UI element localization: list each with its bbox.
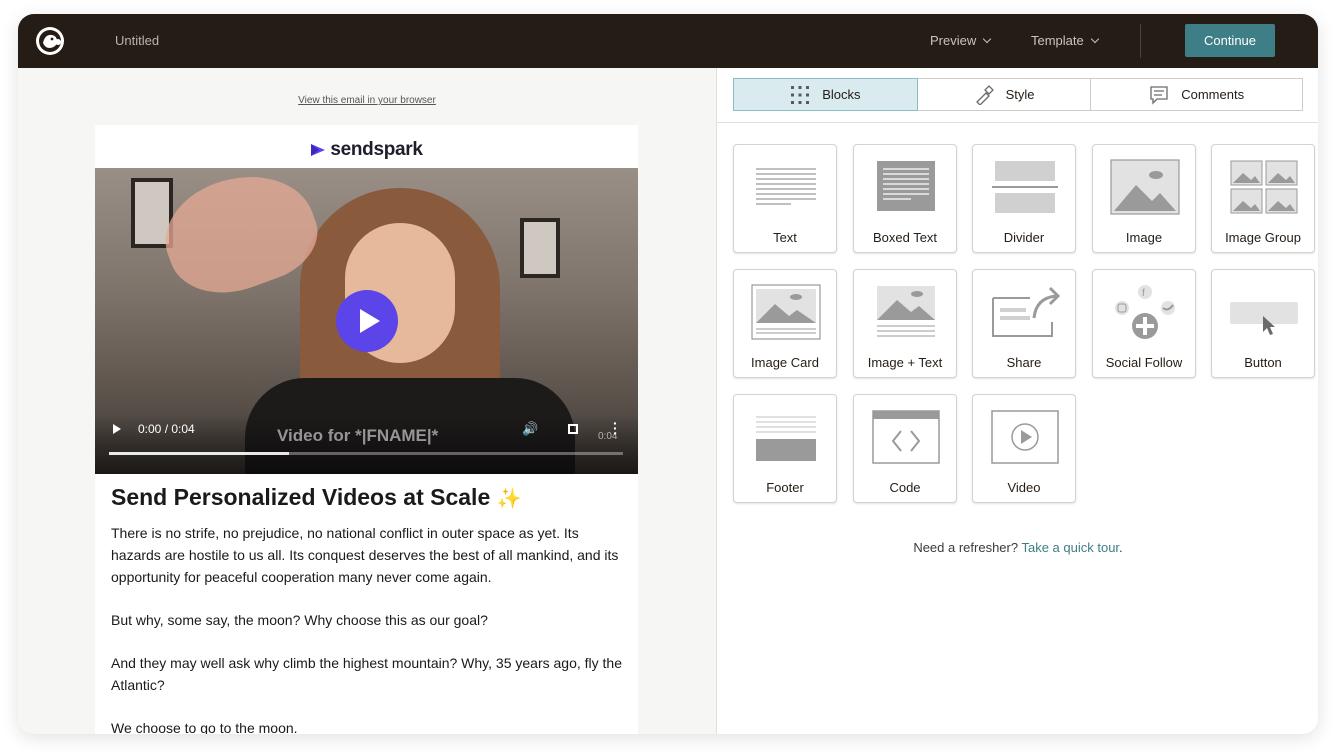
image-block-icon bbox=[1110, 159, 1180, 215]
panel-tabs: Blocks Style Comments bbox=[733, 78, 1303, 111]
refresher-period: . bbox=[1119, 540, 1123, 555]
video-time: 0:00 / 0:04 bbox=[138, 422, 195, 436]
control-play-icon[interactable] bbox=[113, 424, 121, 434]
image-card-block-icon bbox=[751, 284, 821, 340]
brand-name: sendspark bbox=[330, 139, 423, 160]
view-in-browser-link[interactable]: View this email in your browser bbox=[18, 95, 716, 106]
svg-text:f: f bbox=[1142, 288, 1145, 299]
block-button[interactable]: Button bbox=[1211, 269, 1315, 378]
boxed-text-block-icon bbox=[877, 161, 935, 211]
chevron-down-icon bbox=[983, 34, 992, 43]
tab-blocks[interactable]: Blocks bbox=[733, 78, 918, 111]
comment-icon bbox=[1150, 85, 1168, 105]
text-block-icon bbox=[756, 168, 816, 205]
block-label: Image + Text bbox=[867, 355, 943, 370]
block-label: Share bbox=[1006, 355, 1042, 370]
quick-tour-link[interactable]: Take a quick tour bbox=[1021, 540, 1119, 555]
video-progress-fill bbox=[109, 452, 289, 455]
block-code[interactable]: Code bbox=[853, 394, 957, 503]
block-image-card[interactable]: Image Card bbox=[733, 269, 837, 378]
social-follow-block-icon: f bbox=[1115, 285, 1175, 339]
volume-icon[interactable]: 🔊 bbox=[522, 421, 538, 437]
block-label: Image Card bbox=[751, 355, 819, 370]
footer-block-icon bbox=[756, 416, 816, 461]
continue-button[interactable]: Continue bbox=[1185, 24, 1275, 57]
block-image-group[interactable]: Image Group bbox=[1211, 144, 1315, 253]
block-video[interactable]: Video bbox=[972, 394, 1076, 503]
grid-icon bbox=[791, 85, 810, 104]
block-image[interactable]: Image bbox=[1092, 144, 1196, 253]
fullscreen-icon[interactable] bbox=[568, 424, 578, 434]
video-progress-track[interactable] bbox=[109, 452, 623, 455]
code-block-icon bbox=[872, 410, 940, 464]
tab-blocks-label: Blocks bbox=[822, 87, 861, 102]
wall-picture bbox=[520, 218, 560, 278]
video-overlay-text: Video for *|FNAME|* bbox=[277, 426, 439, 445]
block-label: Image Group bbox=[1225, 230, 1301, 245]
mailchimp-logo-icon[interactable] bbox=[32, 23, 68, 59]
more-options-icon[interactable]: · · · bbox=[613, 416, 618, 440]
brand-header: sendspark bbox=[95, 139, 638, 161]
tab-comments-label: Comments bbox=[1181, 87, 1245, 102]
image-group-block-icon bbox=[1230, 160, 1298, 214]
play-icon bbox=[359, 309, 380, 333]
preview-menu-label: Preview bbox=[930, 33, 977, 48]
paint-icon bbox=[975, 84, 994, 105]
block-image-text[interactable]: Image + Text bbox=[853, 269, 957, 378]
block-label: Video bbox=[1007, 480, 1041, 495]
tab-style-label: Style bbox=[1005, 87, 1035, 102]
share-block-icon bbox=[992, 286, 1060, 337]
template-menu-label: Template bbox=[1031, 33, 1084, 48]
block-label: Image bbox=[1125, 230, 1163, 245]
email-paragraph: And they may well ask why climb the high… bbox=[111, 655, 622, 693]
chevron-down-icon bbox=[1090, 34, 1099, 43]
email-preview-pane: View this email in your browser sendspar… bbox=[18, 68, 716, 734]
tabs-divider bbox=[717, 122, 1318, 123]
block-label: Divider bbox=[1003, 230, 1045, 245]
image-text-block-icon bbox=[877, 286, 935, 337]
email-paragraph: We choose to go to the moon. bbox=[111, 720, 298, 734]
video-play-button[interactable] bbox=[336, 290, 398, 352]
app-window: Untitled Preview Template Continue View … bbox=[18, 14, 1318, 734]
document-title[interactable]: Untitled bbox=[115, 33, 159, 48]
block-boxed-text[interactable]: Boxed Text bbox=[853, 144, 957, 253]
email-heading-text: Send Personalized Videos at Scale bbox=[111, 484, 491, 510]
block-text[interactable]: Text bbox=[733, 144, 837, 253]
tab-comments[interactable]: Comments bbox=[1091, 79, 1302, 110]
block-label: Button bbox=[1244, 355, 1282, 370]
sparkles-emoji: ✨ bbox=[496, 488, 522, 510]
email-paragraph: But why, some say, the moon? Why choose … bbox=[111, 612, 488, 628]
button-block-icon bbox=[1230, 302, 1298, 335]
content-blocks-panel: Blocks Style Comments Text Boxed Text Di… bbox=[716, 68, 1318, 734]
block-label: Text bbox=[773, 230, 797, 245]
video-player[interactable]: 0:00 / 0:04 Video for *|FNAME|* 🔊 0:04 ·… bbox=[95, 168, 638, 474]
email-paragraph: There is no strife, no prejudice, no nat… bbox=[111, 525, 619, 585]
block-label: Boxed Text bbox=[872, 230, 938, 245]
block-share[interactable]: Share bbox=[972, 269, 1076, 378]
preview-menu[interactable]: Preview bbox=[930, 33, 992, 48]
top-bar: Untitled Preview Template Continue bbox=[18, 14, 1318, 68]
sendspark-logo-icon bbox=[311, 144, 326, 156]
divider-block-icon bbox=[992, 161, 1058, 213]
block-label: Footer bbox=[766, 480, 804, 495]
refresher-note: Need a refresher? Take a quick tour. bbox=[717, 540, 1318, 555]
block-label: Social Follow bbox=[1105, 355, 1183, 370]
block-footer[interactable]: Footer bbox=[733, 394, 837, 503]
email-canvas: sendspark 0:00 / 0:04 Video for *|FNAME|… bbox=[95, 125, 638, 734]
template-menu[interactable]: Template bbox=[1031, 33, 1099, 48]
email-heading: Send Personalized Videos at Scale ✨ bbox=[111, 484, 522, 511]
toolbar-divider bbox=[1140, 24, 1141, 58]
block-social-follow[interactable]: f Social Follow bbox=[1092, 269, 1196, 378]
tab-style[interactable]: Style bbox=[918, 79, 1092, 110]
refresher-text: Need a refresher? bbox=[913, 540, 1019, 555]
block-divider[interactable]: Divider bbox=[972, 144, 1076, 253]
video-block-icon bbox=[991, 410, 1059, 464]
block-label: Code bbox=[889, 480, 921, 495]
